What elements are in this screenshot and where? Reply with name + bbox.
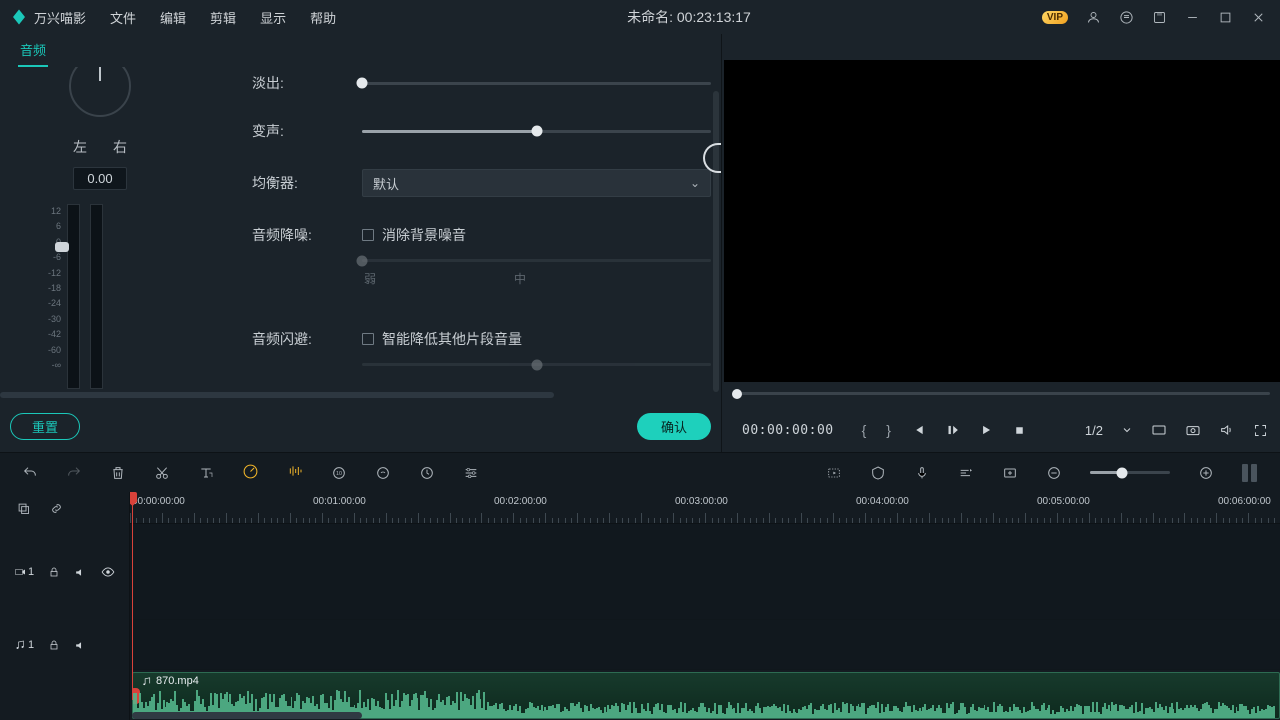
preview-scrubber[interactable]	[732, 392, 1270, 395]
account-icon[interactable]	[1086, 10, 1101, 25]
document-title: 未命名: 00:23:13:17	[336, 7, 1042, 27]
equalizer-label: 均衡器:	[252, 173, 362, 193]
lock-icon[interactable]	[48, 566, 60, 578]
minimize-icon[interactable]	[1185, 10, 1200, 25]
timeline-horizontal-scrollbar[interactable]	[132, 712, 362, 719]
meter-bar-left	[67, 204, 80, 389]
undo-icon[interactable]	[22, 465, 38, 481]
mute-icon[interactable]	[74, 566, 87, 579]
speed-icon[interactable]	[242, 463, 259, 480]
volume-icon[interactable]	[1219, 422, 1235, 438]
fullscreen-icon[interactable]	[1253, 423, 1268, 438]
menu-edit[interactable]: 编辑	[160, 8, 186, 27]
ducking-slider[interactable]	[362, 363, 711, 366]
timeline-ruler[interactable]: 00:00:00:0000:01:00:0000:02:00:0000:03:0…	[130, 492, 1280, 524]
ducking-label: 音频闪避:	[252, 329, 362, 349]
snapshot-icon[interactable]	[1185, 422, 1201, 438]
preview-timecode[interactable]: 00:00:00:00	[734, 420, 842, 441]
reset-button[interactable]: 重置	[10, 413, 80, 440]
volume-fader[interactable]	[55, 242, 69, 252]
pan-value-input[interactable]	[73, 167, 127, 190]
menu-file[interactable]: 文件	[110, 8, 136, 27]
fade-out-label: 淡出:	[252, 73, 362, 93]
color-icon[interactable]: 10	[331, 465, 347, 481]
pitch-label: 变声:	[252, 121, 362, 141]
denoise-mid-label: 中	[514, 270, 526, 287]
tab-audio[interactable]: 音频	[18, 34, 48, 67]
crop-icon[interactable]	[375, 465, 391, 481]
marker-icon[interactable]	[870, 465, 886, 481]
mark-in-icon[interactable]: {	[862, 422, 867, 438]
delete-icon[interactable]	[110, 465, 126, 481]
menu-bar: 文件 编辑 剪辑 显示 帮助	[110, 8, 336, 27]
link-icon[interactable]	[49, 501, 64, 516]
preview-viewport	[724, 60, 1280, 382]
cut-icon[interactable]	[154, 465, 170, 481]
denoise-weak-label: 弱	[364, 270, 376, 287]
record-voice-icon[interactable]	[914, 465, 930, 481]
leftpane-horizontal-scrollbar[interactable]	[0, 392, 554, 398]
timeline-zoom-slider[interactable]	[1090, 471, 1170, 474]
text-icon[interactable]	[198, 465, 214, 481]
app-name: 万兴喵影	[34, 8, 86, 27]
settings-icon[interactable]	[463, 465, 479, 481]
denoise-slider[interactable]: 弱 中	[362, 259, 711, 287]
denoise-label: 音频降噪:	[252, 225, 362, 245]
audio-track-label: 1	[14, 639, 34, 651]
add-media-icon[interactable]	[1002, 465, 1018, 481]
redo-icon[interactable]	[66, 465, 82, 481]
mute-icon[interactable]	[74, 639, 87, 652]
video-track-label: 1	[14, 566, 34, 578]
meter-bar-right	[90, 204, 103, 389]
pan-right-label: 右	[113, 137, 127, 157]
prev-frame-icon[interactable]	[911, 423, 925, 437]
stop-icon[interactable]	[1013, 424, 1026, 437]
fade-out-slider[interactable]	[362, 82, 711, 85]
pan-knob[interactable]	[69, 67, 131, 117]
quality-icon[interactable]	[1151, 422, 1167, 438]
save-icon[interactable]	[1152, 10, 1167, 25]
empty-track[interactable]	[130, 620, 1280, 670]
equalizer-dropdown[interactable]: 默认⌄	[362, 169, 711, 197]
keyframe-icon[interactable]	[419, 465, 435, 481]
ducking-checkbox[interactable]: 智能降低其他片段音量	[362, 329, 522, 349]
music-note-icon	[141, 676, 152, 687]
menu-help[interactable]: 帮助	[310, 8, 336, 27]
meter-scale: 1260 -6-12-18 -24-30-42 -60-∞	[48, 204, 61, 373]
playhead[interactable]	[132, 492, 133, 700]
pan-left-label: 左	[73, 137, 87, 157]
close-icon[interactable]	[1251, 10, 1266, 25]
svg-text:10: 10	[336, 471, 342, 477]
pitch-slider[interactable]	[362, 130, 711, 133]
chevron-down-icon: ⌄	[690, 176, 700, 190]
mixer-icon[interactable]	[958, 465, 974, 481]
vip-badge[interactable]: VIP	[1042, 11, 1068, 24]
maximize-icon[interactable]	[1218, 10, 1233, 25]
zoom-chevron-icon[interactable]	[1121, 424, 1133, 436]
play-icon[interactable]	[979, 423, 993, 437]
video-track[interactable]	[130, 524, 1280, 620]
menu-view[interactable]: 显示	[260, 8, 286, 27]
audio-adjust-icon[interactable]	[287, 463, 303, 479]
render-icon[interactable]	[826, 465, 842, 481]
confirm-button[interactable]: 确认	[637, 413, 711, 440]
timeline-view-icon[interactable]	[1242, 464, 1258, 482]
mark-out-icon[interactable]: }	[886, 422, 891, 438]
app-logo-icon	[10, 8, 28, 26]
copy-track-icon[interactable]	[16, 501, 31, 516]
zoom-out-icon[interactable]	[1046, 465, 1062, 481]
preview-zoom[interactable]: 1/2	[1085, 423, 1103, 438]
lock-icon[interactable]	[48, 639, 60, 651]
denoise-checkbox[interactable]: 消除背景噪音	[362, 225, 466, 245]
zoom-in-icon[interactable]	[1198, 465, 1214, 481]
play-pause-icon[interactable]	[945, 423, 959, 437]
visibility-icon[interactable]	[101, 565, 115, 579]
menu-clip[interactable]: 剪辑	[210, 8, 236, 27]
message-icon[interactable]	[1119, 10, 1134, 25]
props-vertical-scrollbar[interactable]	[713, 91, 719, 392]
